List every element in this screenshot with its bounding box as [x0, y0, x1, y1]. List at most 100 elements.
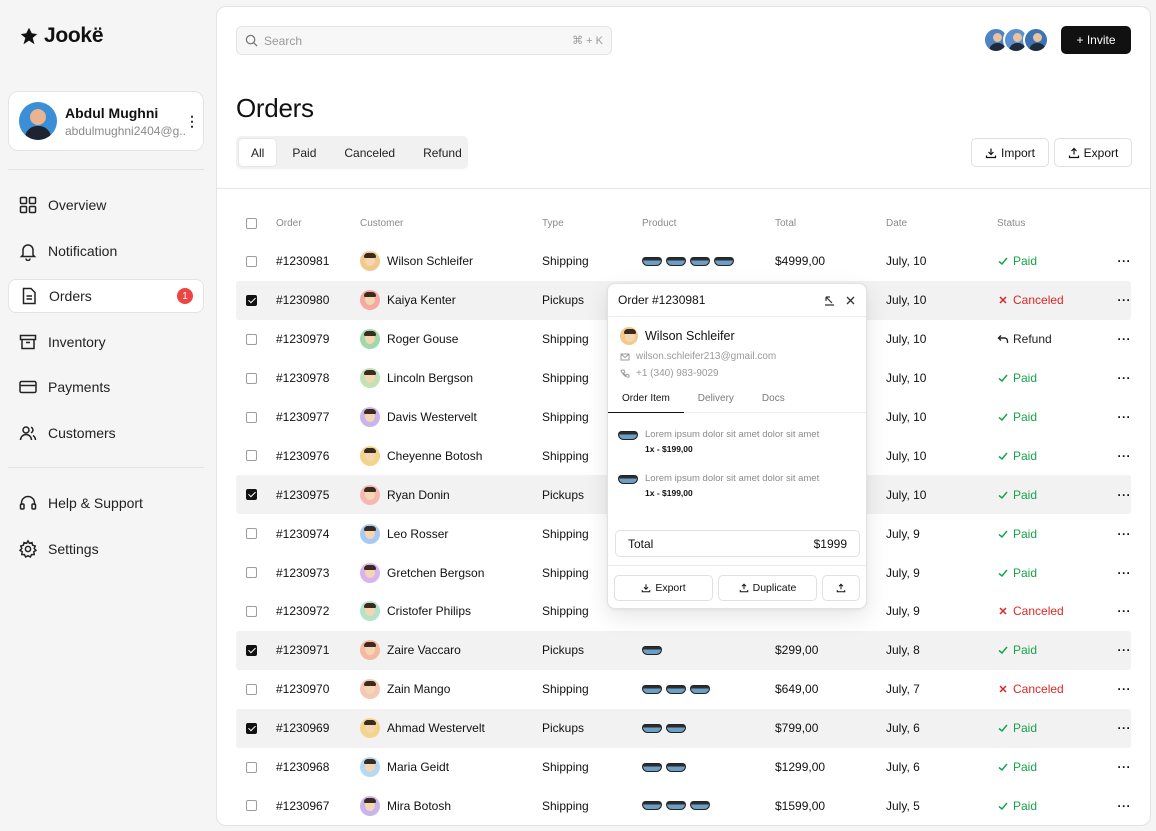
row-menu-icon[interactable]: ··· — [1097, 488, 1131, 502]
order-item[interactable]: Lorem ipsum dolor sit amet dolor sit ame… — [608, 457, 866, 501]
popover-duplicate-label: Duplicate — [752, 582, 797, 594]
row-menu-icon[interactable]: ··· — [1097, 682, 1131, 696]
row-checkbox[interactable] — [246, 683, 257, 695]
select-all-checkbox[interactable] — [246, 217, 257, 229]
row-checkbox[interactable] — [246, 761, 257, 773]
order-item[interactable]: Lorem ipsum dolor sit amet dolor sit ame… — [608, 413, 866, 457]
order-id[interactable]: #1230979 — [276, 332, 360, 346]
row-checkbox[interactable] — [246, 605, 257, 617]
row-menu-icon[interactable]: ··· — [1097, 604, 1131, 618]
row-checkbox[interactable] — [246, 567, 257, 579]
order-id[interactable]: #1230973 — [276, 566, 360, 580]
order-id[interactable]: #1230969 — [276, 721, 360, 735]
table-row[interactable]: #1230968 Maria Geidt Shipping $1299,00 July,… — [236, 748, 1131, 787]
row-menu-icon[interactable]: ··· — [1097, 332, 1131, 346]
row-menu-icon[interactable]: ··· — [1097, 527, 1131, 541]
popover-tab-order-item[interactable]: Order Item — [608, 393, 684, 413]
row-checkbox[interactable] — [246, 489, 257, 501]
order-id[interactable]: #1230972 — [276, 604, 360, 618]
row-menu-icon[interactable]: ··· — [1097, 566, 1131, 580]
table-row[interactable]: #1230970 Zain Mango Shipping $649,00 July, 7… — [236, 670, 1131, 709]
row-checkbox[interactable] — [246, 528, 257, 540]
table-row[interactable]: #1230981 Wilson Schleifer Shipping $4999,00… — [236, 242, 1131, 281]
row-menu-icon[interactable]: ··· — [1097, 371, 1131, 385]
status-badge: Paid — [997, 566, 1097, 580]
tab-paid[interactable]: Paid — [280, 139, 328, 166]
row-checkbox[interactable] — [246, 450, 257, 462]
row-checkbox[interactable] — [246, 411, 257, 423]
column-header[interactable]: Order — [276, 218, 360, 229]
popover-export-button[interactable]: Export — [614, 575, 713, 601]
table-row[interactable]: #1230967 Mira Botosh Shipping $1599,00 July,… — [236, 786, 1131, 825]
collapse-icon[interactable] — [824, 295, 835, 306]
row-checkbox[interactable] — [246, 722, 257, 734]
export-button[interactable]: Export — [1054, 138, 1132, 167]
row-checkbox[interactable] — [246, 333, 257, 345]
table-row[interactable]: #1230969 Ahmad Westervelt Pickups $799,00 Ju… — [236, 708, 1131, 748]
popover-phone[interactable]: +1 (340) 983-9029 — [636, 368, 719, 379]
sidebar-item-customers[interactable]: Customers — [8, 416, 204, 450]
order-id[interactable]: #1230970 — [276, 682, 360, 696]
popover-email[interactable]: wilson.schleifer213@gmail.com — [636, 351, 776, 362]
row-checkbox[interactable] — [246, 644, 257, 656]
sidebar-item-help[interactable]: Help & Support — [8, 486, 204, 520]
row-menu-icon[interactable]: ··· — [1097, 449, 1131, 463]
column-header[interactable]: Product — [642, 218, 775, 229]
invite-button[interactable]: + Invite — [1061, 26, 1131, 54]
close-icon[interactable] — [845, 295, 856, 306]
sidebar-nav-secondary: Help & Support Settings — [8, 486, 204, 577]
import-button[interactable]: Import — [971, 138, 1049, 167]
order-id[interactable]: #1230975 — [276, 488, 360, 502]
row-checkbox[interactable] — [246, 372, 257, 384]
row-menu-icon[interactable]: ··· — [1097, 721, 1131, 735]
order-id[interactable]: #1230981 — [276, 254, 360, 268]
column-header[interactable]: Date — [886, 218, 997, 229]
row-menu-icon[interactable]: ··· — [1097, 410, 1131, 424]
row-checkbox[interactable] — [246, 255, 257, 267]
orders-badge: 1 — [177, 288, 193, 304]
row-menu-icon[interactable]: ··· — [1097, 799, 1131, 813]
row-checkbox[interactable] — [246, 800, 257, 812]
row-menu-icon[interactable]: ··· — [1097, 293, 1131, 307]
sidebar-item-inventory[interactable]: Inventory — [8, 325, 204, 359]
order-id[interactable]: #1230980 — [276, 293, 360, 307]
row-menu-icon[interactable]: ··· — [1097, 254, 1131, 268]
order-id[interactable]: #1230977 — [276, 410, 360, 424]
order-id[interactable]: #1230967 — [276, 799, 360, 813]
sidebar-item-payments[interactable]: Payments — [8, 370, 204, 404]
table-row[interactable]: #1230971 Zaire Vaccaro Pickups $299,00 July,… — [236, 630, 1131, 670]
order-id[interactable]: #1230976 — [276, 449, 360, 463]
row-menu-icon[interactable]: ··· — [1097, 643, 1131, 657]
sidebar-item-overview[interactable]: Overview — [8, 188, 204, 222]
team-avatar[interactable] — [1023, 27, 1049, 53]
tab-canceled[interactable]: Canceled — [332, 139, 407, 166]
order-id[interactable]: #1230978 — [276, 371, 360, 385]
user-card[interactable]: Abdul Mughni abdulmughni2404@g... ⋮ — [8, 91, 204, 151]
column-header[interactable]: Customer — [360, 218, 542, 229]
product-list — [642, 762, 775, 772]
order-id[interactable]: #1230968 — [276, 760, 360, 774]
popover-tab-docs[interactable]: Docs — [748, 393, 799, 413]
order-id[interactable]: #1230971 — [276, 643, 360, 657]
row-menu-icon[interactable]: ··· — [1097, 760, 1131, 774]
popover-duplicate-button[interactable]: Duplicate — [718, 575, 817, 601]
column-header[interactable]: Type — [542, 218, 642, 229]
team-avatars[interactable] — [983, 27, 1049, 53]
order-date: July, 8 — [886, 643, 920, 658]
popover-share-button[interactable] — [822, 575, 860, 601]
row-checkbox[interactable] — [246, 294, 257, 306]
sidebar-item-settings[interactable]: Settings — [8, 532, 204, 566]
tab-all[interactable]: All — [239, 139, 277, 166]
app-logo[interactable]: Jookë — [18, 24, 104, 48]
order-id[interactable]: #1230974 — [276, 527, 360, 541]
tab-refund[interactable]: Refund — [411, 139, 474, 166]
search-input[interactable]: Search ⌘ + K — [236, 26, 612, 55]
sidebar-item-orders[interactable]: Orders 1 — [8, 279, 204, 313]
column-header[interactable]: Total — [775, 218, 886, 229]
export-label: Export — [1083, 145, 1119, 160]
sidebar-item-notification[interactable]: Notification — [8, 234, 204, 268]
column-header[interactable]: Status — [997, 218, 1097, 229]
order-total: $299,00 — [775, 643, 819, 658]
user-menu-icon[interactable]: ⋮ — [185, 113, 199, 130]
popover-tab-delivery[interactable]: Delivery — [684, 393, 748, 413]
